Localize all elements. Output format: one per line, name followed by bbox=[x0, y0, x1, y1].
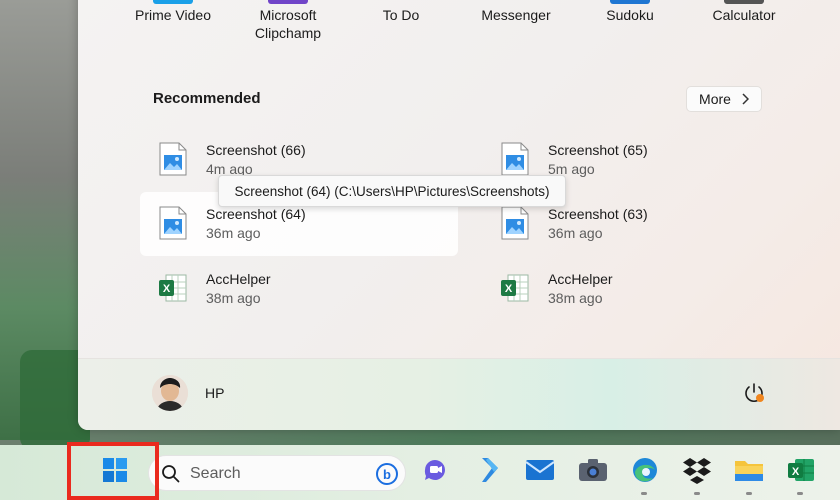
pinned-app-clipchamp[interactable]: Microsoft Clipchamp bbox=[233, 0, 343, 42]
item-name: AccHelper bbox=[206, 271, 271, 287]
power-icon[interactable] bbox=[742, 381, 766, 405]
pinned-app-prime-video[interactable]: Prime Video bbox=[118, 0, 228, 24]
running-indicator bbox=[797, 492, 803, 495]
image-file-icon bbox=[159, 142, 187, 176]
dropbox-icon bbox=[683, 458, 711, 484]
camera-icon bbox=[579, 459, 607, 481]
running-indicator bbox=[694, 492, 700, 495]
pinned-apps: Prime Video Microsoft Clipchamp To Do Me… bbox=[78, 0, 840, 48]
more-button[interactable]: More bbox=[686, 86, 762, 112]
chevron-right-icon bbox=[742, 93, 749, 105]
taskbar-excel[interactable]: X bbox=[786, 455, 816, 485]
taskbar-visual-studio[interactable] bbox=[474, 455, 504, 485]
user-name[interactable]: HP bbox=[205, 385, 224, 401]
taskbar-edge[interactable] bbox=[630, 455, 660, 485]
taskbar-camera[interactable] bbox=[578, 455, 608, 485]
item-name: Screenshot (65) bbox=[548, 142, 648, 158]
taskbar-dropbox[interactable] bbox=[682, 455, 712, 485]
search-label: Search bbox=[190, 465, 241, 482]
pinned-app-label: Messenger bbox=[481, 7, 551, 23]
svg-text:X: X bbox=[792, 466, 800, 478]
image-file-icon bbox=[159, 206, 187, 240]
pinned-app-label: Calculator bbox=[712, 7, 776, 23]
pinned-app-label: Sudoku bbox=[606, 7, 654, 23]
mail-icon bbox=[525, 460, 555, 480]
pinned-app-messenger[interactable]: Messenger bbox=[461, 6, 571, 24]
bing-icon[interactable]: b bbox=[375, 462, 399, 486]
calculator-icon bbox=[724, 0, 764, 4]
edge-icon bbox=[633, 458, 657, 482]
item-time: 38m ago bbox=[206, 290, 261, 306]
item-time: 36m ago bbox=[206, 225, 261, 241]
more-button-label: More bbox=[699, 91, 731, 107]
pinned-app-to-do[interactable]: To Do bbox=[346, 6, 456, 24]
search-icon bbox=[162, 465, 180, 483]
start-menu: Prime Video Microsoft Clipchamp To Do Me… bbox=[78, 0, 840, 430]
avatar[interactable] bbox=[152, 375, 188, 411]
recommended-heading: Recommended bbox=[153, 90, 261, 107]
taskbar-file-explorer[interactable] bbox=[734, 455, 764, 485]
item-time: 36m ago bbox=[548, 225, 603, 241]
sudoku-icon bbox=[610, 0, 650, 4]
teams-chat-icon bbox=[424, 460, 445, 480]
item-name: Screenshot (66) bbox=[206, 142, 306, 158]
item-time: 38m ago bbox=[548, 290, 603, 306]
excel-icon: X bbox=[788, 459, 814, 481]
file-explorer-icon bbox=[735, 461, 763, 481]
recommended-item[interactable]: X AccHelper 38m ago bbox=[140, 257, 458, 321]
excel-file-icon: X bbox=[501, 274, 529, 302]
item-name: Screenshot (63) bbox=[548, 206, 648, 222]
pinned-app-label: Prime Video bbox=[134, 7, 211, 23]
running-indicator bbox=[641, 492, 647, 495]
taskbar-mail[interactable] bbox=[525, 455, 555, 485]
pinned-app-sudoku[interactable]: Sudoku bbox=[575, 0, 685, 24]
item-name: Screenshot (64) bbox=[206, 206, 306, 222]
svg-text:X: X bbox=[163, 283, 171, 295]
pinned-app-calculator[interactable]: Calculator bbox=[689, 0, 799, 24]
svg-text:X: X bbox=[505, 283, 513, 295]
item-name: AccHelper bbox=[548, 271, 613, 287]
running-indicator bbox=[746, 492, 752, 495]
pinned-app-label: Microsoft Clipchamp bbox=[254, 7, 322, 41]
taskbar-teams-chat[interactable] bbox=[420, 455, 450, 485]
pinned-app-label: To Do bbox=[382, 7, 420, 23]
tooltip: Screenshot (64) (C:\Users\HP\Pictures\Sc… bbox=[218, 175, 566, 207]
taskbar-search-box[interactable]: Search b bbox=[148, 455, 406, 491]
user-photo-icon bbox=[152, 375, 188, 411]
start-menu-footer: HP bbox=[78, 358, 840, 430]
clipchamp-icon bbox=[268, 0, 308, 4]
prime-video-icon bbox=[153, 0, 193, 4]
image-file-icon bbox=[501, 206, 529, 240]
visual-studio-icon bbox=[482, 458, 498, 482]
svg-text:b: b bbox=[383, 467, 391, 482]
image-file-icon bbox=[501, 142, 529, 176]
excel-file-icon: X bbox=[159, 274, 187, 302]
recommended-item[interactable]: X AccHelper 38m ago bbox=[482, 257, 800, 321]
highlight-box bbox=[67, 442, 159, 500]
